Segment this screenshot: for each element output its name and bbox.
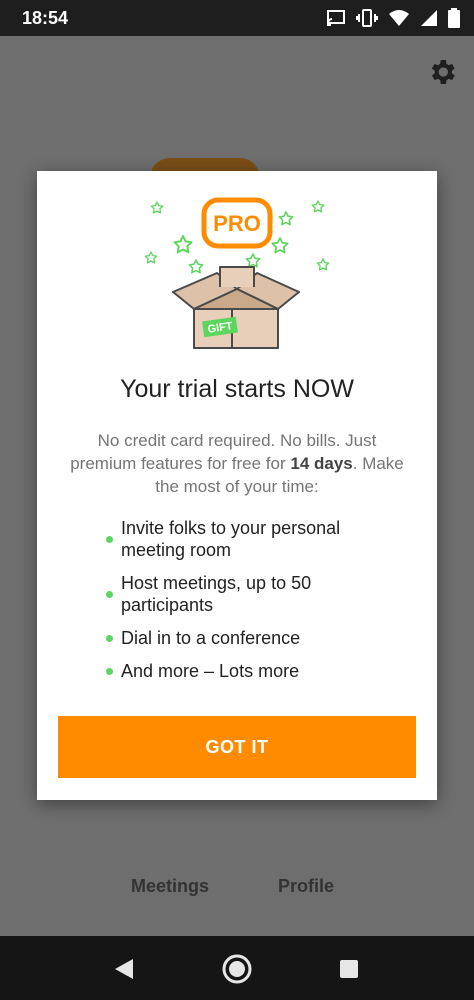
feature-list: Invite folks to your personal meeting roo… [37, 517, 437, 693]
trial-dialog: PRO GIFT Your trial starts NOW No credit… [37, 171, 437, 800]
tab-profile[interactable]: Profile [278, 876, 334, 897]
list-item: And more – Lots more [37, 660, 437, 682]
pro-badge-label: PRO [213, 211, 261, 236]
back-icon[interactable] [113, 958, 135, 980]
star-icon [173, 235, 193, 254]
dialog-title: Your trial starts NOW [120, 375, 354, 403]
star-icon [316, 258, 330, 271]
gift-box-illustration: PRO GIFT [144, 197, 330, 349]
status-time: 18:54 [22, 8, 69, 28]
feature-line: Dial in to a conference [121, 628, 301, 648]
dialog-description: No credit card required. No bills. Just … [67, 429, 407, 498]
star-icon [150, 201, 164, 214]
tab-meetings[interactable]: Meetings [131, 876, 209, 897]
desc-bold: 14 days [290, 454, 353, 473]
feature-line: Host meetings, up to 50 [121, 573, 312, 593]
signal-icon [421, 10, 437, 26]
home-icon[interactable] [221, 953, 253, 985]
bullet-icon [106, 635, 113, 642]
star-icon [271, 237, 289, 254]
bullet-icon [106, 668, 113, 675]
box-icon [172, 266, 300, 349]
cast-icon [327, 10, 345, 26]
wifi-icon [389, 10, 409, 26]
status-bar: 18:54 [0, 0, 474, 36]
status-icons [326, 8, 460, 28]
bullet-icon [106, 591, 113, 598]
feature-line: And more – Lots more [121, 661, 300, 681]
star-icon [278, 211, 294, 226]
got-it-button[interactable]: GOT IT [58, 716, 416, 778]
vibrate-icon [356, 9, 378, 27]
feature-line: participants [121, 595, 214, 615]
feature-line: Invite folks to your personal [121, 518, 341, 538]
list-item: Dial in to a conference [37, 627, 437, 649]
star-icon [144, 251, 158, 264]
bottom-tabs: Meetings Profile [0, 866, 474, 906]
battery-icon [448, 8, 460, 28]
gear-icon[interactable] [426, 56, 458, 88]
feature-line: meeting room [121, 540, 232, 560]
list-item: Host meetings, up to 50 participants [37, 572, 437, 616]
list-item: Invite folks to your personal meeting roo… [37, 517, 437, 561]
star-icon [188, 259, 204, 274]
recents-icon[interactable] [339, 959, 359, 979]
star-icon [311, 200, 325, 213]
bullet-icon [106, 536, 113, 543]
star-icon [245, 253, 261, 268]
navigation-bar [0, 936, 474, 1000]
